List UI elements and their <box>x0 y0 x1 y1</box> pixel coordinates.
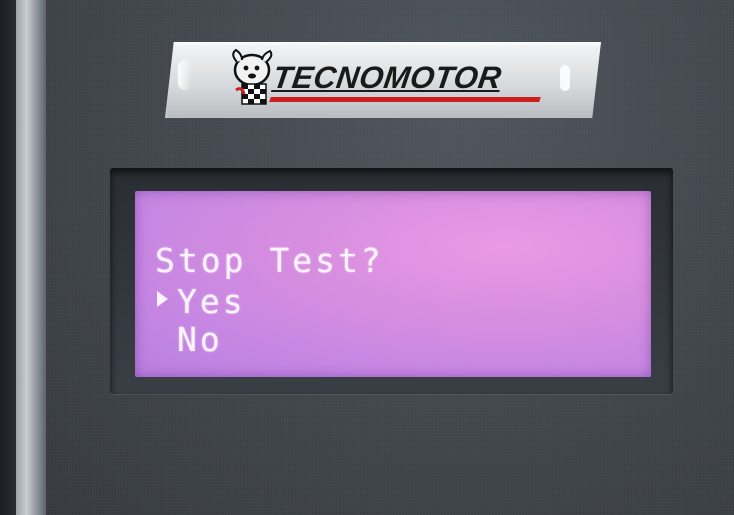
badge-reflection <box>560 65 570 91</box>
metal-side-strip <box>16 0 46 515</box>
option-no[interactable]: No <box>177 321 223 359</box>
logo-red-stripe <box>269 97 541 102</box>
housing-edge <box>0 0 16 515</box>
lcd-prompt: Stop Test? <box>155 241 384 280</box>
brand-logo-text: TECNOMOTOR <box>270 60 504 95</box>
option-yes[interactable]: Yes <box>177 283 246 321</box>
selection-triangle-icon <box>157 291 168 307</box>
badge-reflection <box>178 60 192 90</box>
